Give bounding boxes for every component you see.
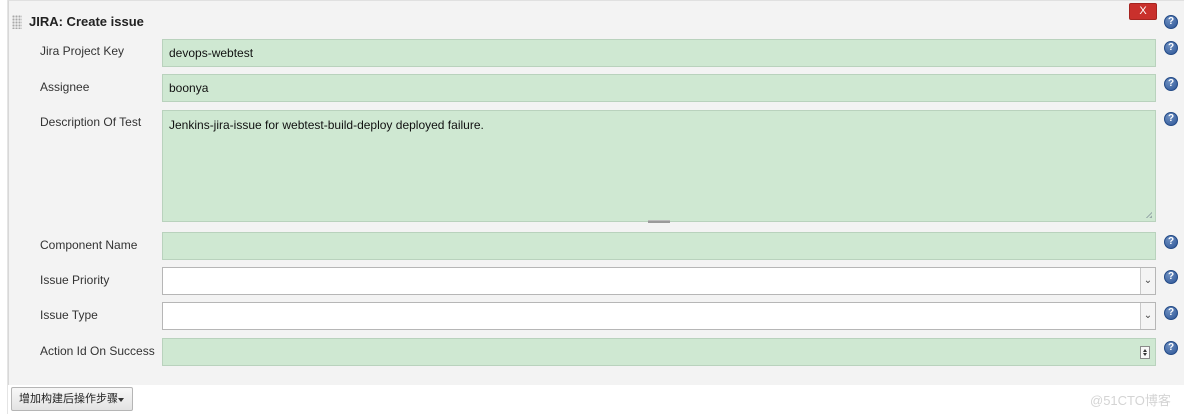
textarea-grow-handle[interactable] (648, 220, 670, 223)
assignee-label: Assignee (40, 80, 90, 94)
description-text: Jenkins-jira-issue for webtest-build-dep… (169, 118, 484, 132)
component-input[interactable] (162, 232, 1156, 260)
help-icon[interactable]: ? (1164, 112, 1178, 126)
issue-type-label: Issue Type (40, 308, 98, 322)
caret-down-icon (118, 398, 124, 402)
spinner-up-icon[interactable] (1143, 349, 1147, 352)
project-key-label: Jira Project Key (40, 44, 125, 58)
priority-label: Issue Priority (40, 273, 110, 287)
chevron-down-icon[interactable]: ⌄ (1140, 268, 1155, 294)
number-spinner-icon[interactable] (1140, 346, 1150, 359)
help-icon[interactable]: ? (1164, 41, 1178, 55)
project-key-input[interactable]: devops-webtest (162, 39, 1156, 67)
watermark: @51CTO博客 (1090, 393, 1171, 408)
action-id-input[interactable] (162, 338, 1156, 366)
help-icon[interactable]: ? (1164, 235, 1178, 249)
issue-type-select[interactable]: ⌄ (162, 302, 1156, 330)
help-icon[interactable]: ? (1164, 341, 1178, 355)
delete-step-button[interactable]: X (1129, 3, 1157, 20)
left-border (0, 0, 8, 414)
chevron-down-icon[interactable]: ⌄ (1140, 303, 1155, 329)
priority-select[interactable]: ⌄ (162, 267, 1156, 295)
spinner-down-icon[interactable] (1143, 353, 1147, 356)
drag-handle-icon[interactable] (12, 15, 22, 29)
resize-handle-icon[interactable] (1145, 211, 1152, 218)
description-textarea[interactable]: Jenkins-jira-issue for webtest-build-dep… (162, 110, 1156, 222)
add-post-build-step-button[interactable]: 增加构建后操作步骤 (11, 387, 133, 411)
help-icon[interactable]: ? (1164, 77, 1178, 91)
section-title: JIRA: Create issue (29, 14, 144, 29)
description-label: Description Of Test (40, 115, 142, 129)
action-id-label: Action Id On Success (40, 344, 155, 358)
add-step-label: 增加构建后操作步骤 (19, 393, 118, 405)
help-icon[interactable]: ? (1164, 306, 1178, 320)
component-label: Component Name (40, 238, 138, 252)
help-icon[interactable]: ? (1164, 270, 1178, 284)
assignee-input[interactable]: boonya (162, 74, 1156, 102)
help-icon[interactable]: ? (1164, 15, 1178, 29)
